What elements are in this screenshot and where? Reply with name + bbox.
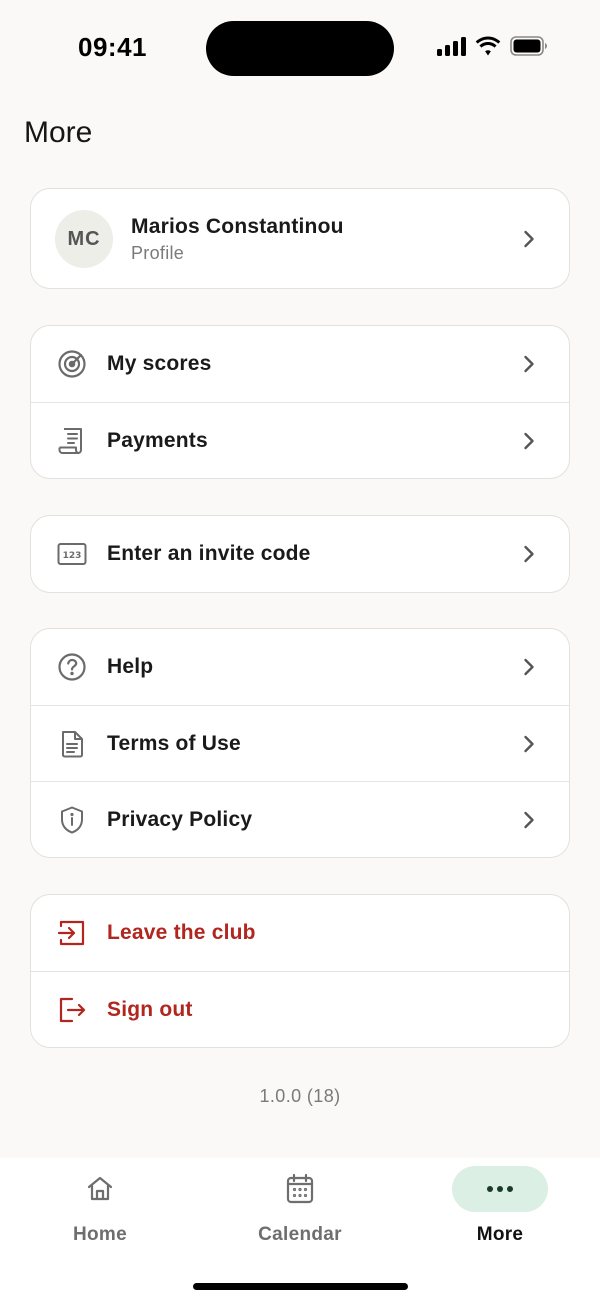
menu-item-terms[interactable]: Terms of Use: [31, 705, 569, 781]
profile-card[interactable]: MC Marios Constantinou Profile: [30, 188, 570, 289]
menu-item-label: Terms of Use: [107, 731, 241, 755]
chevron-right-icon: [521, 430, 537, 452]
menu-item-invite-code[interactable]: 123 Enter an invite code: [31, 516, 569, 592]
sign-out-icon: [56, 994, 88, 1026]
status-bar: 09:41: [0, 0, 600, 96]
menu-item-label: My scores: [107, 352, 212, 375]
menu-item-leave-club[interactable]: Leave the club: [31, 895, 569, 971]
menu-item-privacy[interactable]: Privacy Policy: [31, 781, 569, 857]
chevron-right-icon: [521, 543, 537, 565]
tab-more[interactable]: More: [400, 1166, 600, 1256]
profile-name: Marios Constantinou: [131, 214, 344, 238]
menu-item-label: Leave the club: [107, 921, 256, 944]
cellular-signal-icon: [437, 36, 466, 56]
menu-item-label: Help: [107, 655, 154, 678]
chevron-right-icon: [521, 809, 537, 831]
chevron-right-icon: [521, 656, 537, 678]
info-group: Help Terms of Use Privacy Policy: [30, 628, 570, 858]
chevron-right-icon: [521, 353, 537, 375]
battery-icon: [510, 36, 547, 56]
menu-item-label: Payments: [107, 428, 208, 452]
svg-text:123: 123: [63, 551, 82, 561]
account-group: Leave the club Sign out: [30, 894, 570, 1048]
menu-item-label: Privacy Policy: [107, 807, 253, 831]
document-icon: [56, 728, 88, 760]
question-circle-icon: [56, 651, 88, 683]
calendar-icon: [252, 1166, 348, 1212]
tab-home[interactable]: Home: [0, 1166, 200, 1256]
avatar: MC: [55, 210, 113, 268]
menu-item-sign-out[interactable]: Sign out: [31, 971, 569, 1047]
exit-icon: [56, 917, 88, 949]
menu-item-label: Sign out: [107, 997, 193, 1021]
app-version: 1.0.0 (18): [259, 1086, 341, 1106]
home-indicator: [193, 1283, 408, 1290]
tab-label: More: [476, 1224, 524, 1245]
menu-item-my-scores[interactable]: My scores: [31, 326, 569, 402]
home-icon: [52, 1166, 148, 1212]
menu-item-label: Enter an invite code: [107, 542, 311, 565]
wifi-icon: [475, 36, 501, 56]
shield-icon: [56, 804, 88, 836]
menu-item-help[interactable]: Help: [31, 629, 569, 705]
dynamic-island: [206, 21, 394, 76]
profile-subtitle: Profile: [131, 242, 185, 263]
profile-text: Marios Constantinou Profile: [131, 215, 521, 264]
more-dots-icon: [452, 1166, 548, 1212]
tab-calendar[interactable]: Calendar: [200, 1166, 400, 1256]
chevron-right-icon: [521, 228, 537, 250]
tab-label: Calendar: [258, 1224, 342, 1245]
tab-label: Home: [73, 1224, 127, 1245]
activity-group: My scores Payments: [30, 325, 570, 479]
chevron-right-icon: [521, 733, 537, 755]
status-icons: [437, 36, 548, 56]
invite-group: 123 Enter an invite code: [30, 515, 570, 593]
menu-item-payments[interactable]: Payments: [31, 402, 569, 478]
numeric-keypad-icon: 123: [56, 538, 88, 570]
status-time: 09:41: [78, 32, 147, 62]
receipt-icon: [56, 425, 88, 457]
profile-row[interactable]: MC Marios Constantinou Profile: [31, 189, 569, 288]
page-title: More: [24, 116, 93, 149]
target-icon: [56, 348, 88, 380]
